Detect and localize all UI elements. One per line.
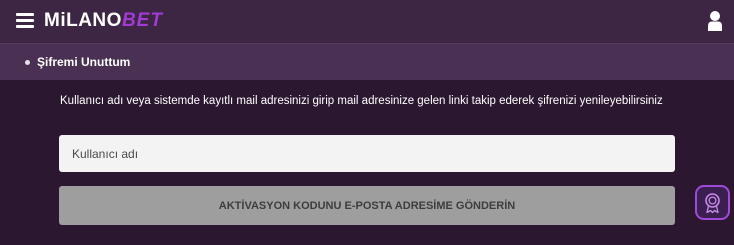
bullet-icon [25, 60, 30, 65]
breadcrumb: Şifremi Unuttum [0, 43, 734, 81]
user-icon[interactable] [707, 10, 723, 32]
instructions-text: Kullanıcı adı veya sistemde kayıtlı mail… [60, 95, 663, 107]
send-activation-code-button[interactable]: AKTİVASYON KODUNU E-POSTA ADRESİME GÖNDE… [59, 186, 675, 225]
username-input[interactable] [59, 135, 675, 172]
brand-logo[interactable]: MiLANOBET [44, 9, 163, 33]
logo-text-bet: BET [121, 10, 163, 31]
forgot-password-form: Kullanıcı adı veya sistemde kayıtlı mail… [0, 80, 734, 245]
hamburger-menu-icon[interactable] [16, 13, 34, 28]
top-navigation-bar: MiLANOBET [0, 0, 734, 43]
award-badge-icon[interactable] [695, 185, 730, 220]
page-title: Şifremi Unuttum [37, 55, 131, 69]
logo-text-milano: MiLANO [44, 10, 122, 31]
